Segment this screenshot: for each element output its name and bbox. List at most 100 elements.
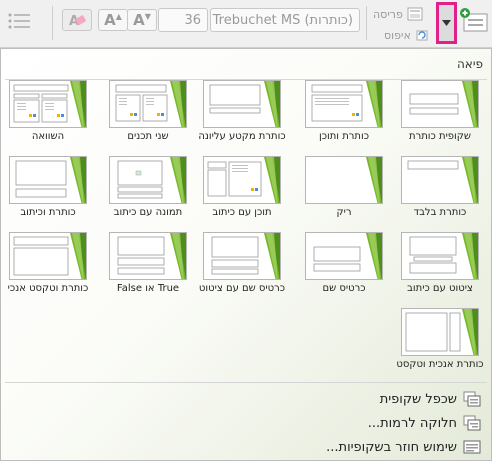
duplicate-slide-menu-item[interactable]: שכפל שקופית — [380, 389, 481, 409]
layout-gallery-panel: פיאה שקופית כותרת כותרת ותוכן כותרת מקטע… — [0, 48, 492, 461]
layout-thumbnail — [9, 232, 87, 280]
layout-icon — [407, 7, 423, 21]
layout-label: פריסה — [373, 7, 403, 21]
layout-tile-quote-caption[interactable]: ציטוט עם כיתוב — [397, 232, 483, 304]
layout-dropdown-button[interactable] — [436, 2, 457, 44]
slide-preview — [409, 81, 478, 127]
layout-label: כותרת אנכית וטקסט — [396, 359, 484, 370]
layout-tile-title-only[interactable]: כותרת בלבד — [397, 156, 483, 228]
ribbon-separator — [52, 6, 53, 40]
layout-label: ריק — [336, 207, 352, 218]
font-size-input[interactable]: 36 — [158, 8, 208, 32]
layout-tile-name-card[interactable]: כרטיס שם — [301, 232, 387, 304]
duplicate-slide-label: שכפל שקופית — [379, 391, 457, 407]
reset-button[interactable]: איפוס — [384, 27, 429, 43]
shrink-font-icon: A▼ — [133, 11, 151, 29]
layout-thumbnail — [401, 232, 479, 280]
layout-label: כותרת וטקסט אנכי — [7, 283, 89, 294]
layout-tile-true-false[interactable]: True או False — [105, 232, 191, 304]
clear-formatting-button[interactable]: A — [62, 9, 92, 31]
layout-label: כותרת וכיתוב — [20, 207, 76, 218]
slide-preview — [366, 157, 382, 203]
layout-thumbnail — [305, 232, 383, 280]
layout-label: כרטיס שם עם ציטוט — [198, 283, 286, 294]
reuse-slides-icon — [463, 440, 481, 454]
slide-preview — [311, 81, 382, 127]
layout-tile-vertical-title[interactable]: כותרת אנכית וטקסט — [396, 308, 484, 380]
layout-tile-two-content[interactable]: שני תכנים — [105, 80, 191, 152]
reuse-slides-menu-item[interactable]: שימוש חוזר בשקופיות... — [326, 437, 481, 457]
grow-font-button[interactable]: A▲ — [98, 9, 128, 31]
reset-label: איפוס — [384, 28, 411, 42]
slide-preview — [13, 233, 86, 279]
layout-tile-title-content[interactable]: כותרת ותוכן — [301, 80, 387, 152]
reuse-slides-label: שימוש חוזר בשקופיות... — [326, 439, 457, 455]
layout-label: כותרת מקטע עליונה — [198, 131, 286, 142]
reset-icon — [416, 30, 428, 41]
slide-preview — [207, 157, 280, 203]
layout-tile-picture-caption[interactable]: תמונה עם כיתוב — [105, 156, 191, 228]
layout-label: כותרת בלבד — [413, 207, 467, 218]
slide-preview — [117, 157, 186, 203]
layout-thumbnail — [401, 80, 479, 128]
slide-preview — [15, 157, 86, 203]
menu-divider — [5, 382, 487, 383]
layout-thumbnail — [203, 232, 281, 280]
font-name-value: Trebuchet MS (כותרות) — [212, 12, 353, 28]
layout-tile-title-caption[interactable]: כותרת וכיתוב — [5, 156, 91, 228]
layout-thumbnail — [9, 80, 87, 128]
layout-thumbnail — [203, 156, 281, 204]
layout-thumbnail — [401, 308, 479, 356]
slide-preview — [405, 309, 478, 355]
layout-label: תמונה עם כיתוב — [113, 207, 183, 218]
layout-label: כרטיס שם — [322, 283, 366, 294]
shrink-font-button[interactable]: A▼ — [127, 9, 157, 31]
layout-label: שני תכנים — [127, 131, 169, 142]
layout-thumbnail — [9, 156, 87, 204]
layout-tile-comparison[interactable]: השוואה — [5, 80, 91, 152]
layout-thumbnail — [305, 80, 383, 128]
layout-tile-content-caption[interactable]: תוכן עם כיתוב — [199, 156, 285, 228]
layout-label: ציטוט עם כיתוב — [407, 283, 473, 294]
layout-label: True או False — [116, 283, 180, 294]
layout-label: שקופית כותרת — [409, 131, 471, 142]
outline-icon — [463, 415, 481, 431]
layout-tile-section-header[interactable]: כותרת מקטע עליונה — [198, 80, 286, 152]
layout-button[interactable]: פריסה — [373, 6, 423, 22]
layout-tile-vertical-text[interactable]: כותרת וטקסט אנכי — [5, 232, 91, 304]
duplicate-slide-icon — [463, 391, 481, 407]
slides-from-outline-label: חלוקה לרמות... — [367, 415, 457, 431]
new-slide-icon — [460, 8, 488, 32]
layout-label: תוכן עם כיתוב — [212, 207, 272, 218]
chevron-down-icon — [442, 20, 451, 26]
ribbon-toolbar: A A▲ A▼ 36 Trebuchet MS (כותרות) פריסה א… — [0, 0, 492, 48]
slide-preview — [211, 233, 280, 279]
ribbon-separator — [366, 6, 367, 40]
layout-label: השוואה — [31, 131, 65, 142]
slide-preview — [407, 157, 478, 203]
layout-thumbnail — [305, 156, 383, 204]
slide-preview — [409, 233, 478, 279]
layout-thumbnail — [109, 80, 187, 128]
layout-thumbnail — [109, 156, 187, 204]
grow-font-icon: A▲ — [104, 11, 122, 29]
new-slide-button[interactable] — [459, 6, 489, 34]
slide-preview — [209, 81, 280, 127]
layout-thumbnail — [203, 80, 281, 128]
font-size-value: 36 — [184, 12, 201, 28]
bullet-list-icon[interactable] — [6, 10, 34, 32]
layout-tile-blank[interactable]: ריק — [301, 156, 387, 228]
slide-preview — [115, 81, 186, 127]
slides-from-outline-menu-item[interactable]: חלוקה לרמות... — [368, 413, 481, 433]
layout-tile-title-slide[interactable]: שקופית כותרת — [397, 80, 483, 152]
layout-thumbnail — [401, 156, 479, 204]
slide-preview — [117, 233, 186, 279]
layout-tile-quote-name-card[interactable]: כרטיס שם עם ציטוט — [199, 232, 285, 304]
slide-preview — [313, 233, 382, 279]
slide-preview — [13, 81, 86, 127]
layout-label: כותרת ותוכן — [318, 131, 369, 142]
font-name-input[interactable]: Trebuchet MS (כותרות) — [210, 8, 360, 32]
clear-formatting-icon: A — [69, 14, 86, 29]
gallery-section-title: פיאה — [456, 57, 483, 71]
layout-thumbnail — [109, 232, 187, 280]
